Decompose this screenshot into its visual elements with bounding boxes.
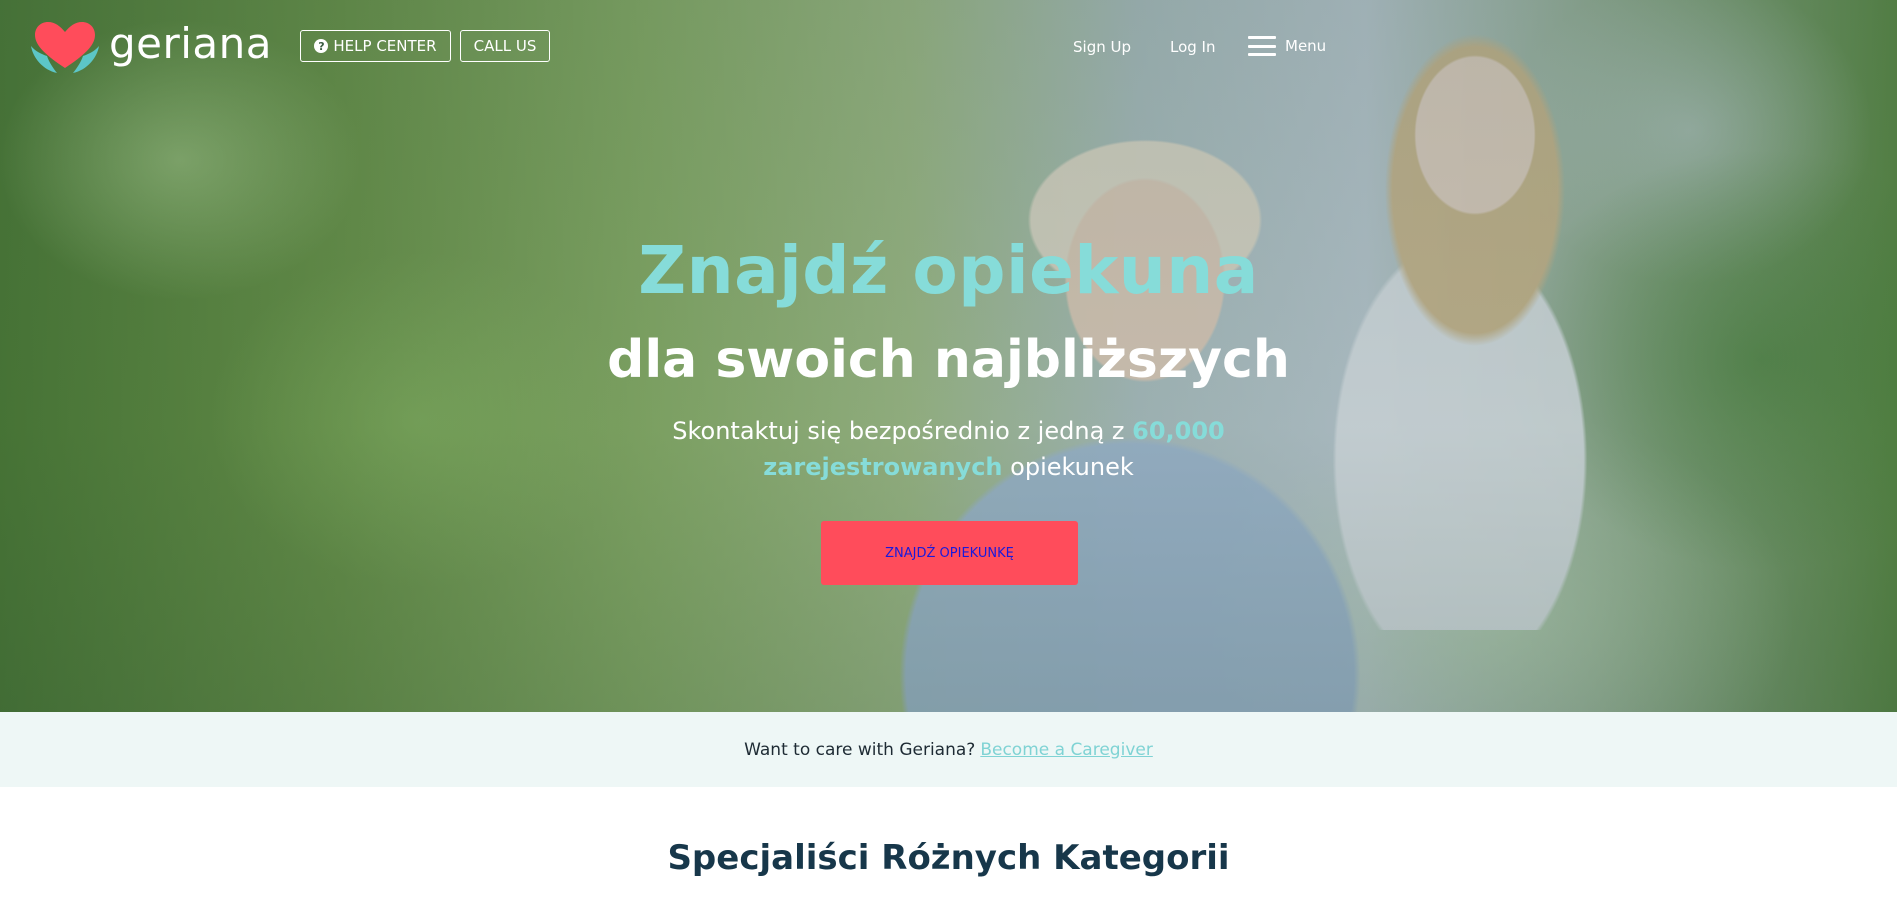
top-nav: geriana ? HELP CENTER CALL US Sign Up Lo… (0, 0, 1897, 90)
find-caregiver-label: ZNAJDŹ OPIEKUNKĘ (885, 545, 1014, 561)
sign-up-link[interactable]: Sign Up (1073, 38, 1131, 56)
hamburger-icon (1248, 36, 1276, 56)
help-center-button[interactable]: ? HELP CENTER (300, 30, 451, 62)
banner-text: Want to care with Geriana? (744, 739, 976, 760)
hero-description-start: Skontaktuj się bezpośrednio z jedną z (672, 417, 1133, 445)
hero-title: Znajdź opiekuna (638, 232, 1259, 309)
call-us-label: CALL US (473, 37, 537, 55)
logo-text: geriana (109, 18, 273, 68)
help-center-label: HELP CENTER (333, 37, 437, 55)
page: geriana ? HELP CENTER CALL US Sign Up Lo… (0, 0, 1897, 899)
log-in-link[interactable]: Log In (1170, 38, 1216, 56)
hero-description: Skontaktuj się bezpośrednio z jedną z 60… (570, 413, 1327, 485)
hero-subtitle: dla swoich najbliższych (607, 330, 1290, 390)
heart-hands-icon (31, 22, 99, 73)
hero-description-end: opiekunek (1002, 453, 1134, 481)
menu-label: Menu (1285, 37, 1327, 55)
become-caregiver-link[interactable]: Become a Caregiver (980, 740, 1153, 760)
question-circle-icon: ? (314, 39, 329, 53)
logo[interactable]: geriana (27, 18, 272, 76)
become-caregiver-banner: Want to care with Geriana? Become a Care… (0, 712, 1897, 787)
hero-section: geriana ? HELP CENTER CALL US Sign Up Lo… (0, 0, 1897, 712)
categories-heading: Specjaliści Różnych Kategorii (667, 838, 1230, 878)
call-us-button[interactable]: CALL US (460, 30, 550, 62)
menu-button[interactable]: Menu (1248, 36, 1326, 56)
find-caregiver-button[interactable]: ZNAJDŹ OPIEKUNKĘ (821, 521, 1078, 585)
